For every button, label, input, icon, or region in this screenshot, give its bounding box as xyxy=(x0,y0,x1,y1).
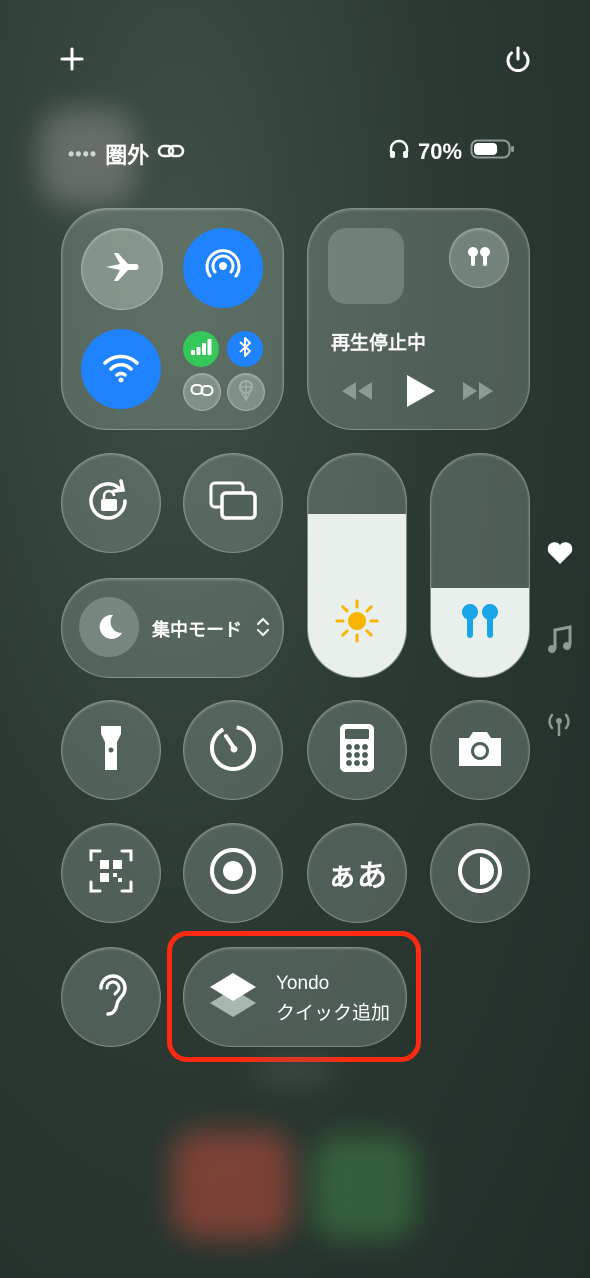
text-size-label: ぁあ xyxy=(327,860,387,893)
airdrop-button[interactable] xyxy=(183,228,263,308)
status-right: 70% xyxy=(388,138,516,166)
sun-icon xyxy=(334,598,380,649)
timer-icon xyxy=(207,722,259,779)
wifi-icon xyxy=(101,350,141,389)
cellular-button[interactable] xyxy=(183,331,219,367)
antenna-icon[interactable] xyxy=(544,712,574,743)
hearing-icon xyxy=(93,972,129,1023)
rotation-lock-button[interactable] xyxy=(61,453,161,553)
play-icon[interactable] xyxy=(403,373,437,414)
airpods-volume-icon xyxy=(456,602,504,647)
vpn-button[interactable] xyxy=(227,373,265,411)
flashlight-icon xyxy=(99,724,123,777)
background-app-icon xyxy=(172,1130,292,1240)
brightness-slider[interactable] xyxy=(307,453,407,678)
chevron-up-down-icon xyxy=(256,616,270,643)
airpods-icon xyxy=(463,244,495,273)
camera-icon xyxy=(455,728,505,773)
camera-button[interactable] xyxy=(430,700,530,800)
qr-code-icon xyxy=(88,848,134,899)
screen-record-icon xyxy=(208,846,258,901)
text-size-button[interactable]: ぁあ xyxy=(307,823,407,923)
headphones-icon xyxy=(388,138,410,166)
personal-hotspot-button[interactable] xyxy=(183,373,221,411)
qr-code-scanner-button[interactable] xyxy=(61,823,161,923)
volume-slider[interactable] xyxy=(430,453,530,678)
cellular-icon xyxy=(190,338,212,361)
rewind-icon[interactable] xyxy=(340,380,374,407)
background-blur xyxy=(255,1055,335,1085)
carrier-label: 圏外 xyxy=(105,143,150,168)
fast-forward-icon[interactable] xyxy=(461,380,495,407)
focus-mode-label: 集中モード xyxy=(152,620,242,640)
screen-mirroring-button[interactable] xyxy=(183,453,283,553)
personal-hotspot-icon xyxy=(190,382,214,403)
rotation-lock-icon xyxy=(85,477,137,530)
airplane-icon xyxy=(102,247,142,292)
status-left: •••• 圏外 xyxy=(68,138,187,170)
music-note-icon[interactable] xyxy=(546,625,572,660)
calculator-icon xyxy=(339,723,375,778)
battery-percent: 70% xyxy=(418,139,463,164)
dark-mode-button[interactable] xyxy=(430,823,530,923)
wifi-button[interactable] xyxy=(81,329,161,409)
power-icon[interactable] xyxy=(503,45,533,75)
highlight-box xyxy=(167,931,421,1062)
airplane-mode-button[interactable] xyxy=(81,228,163,310)
airpods-output-button[interactable] xyxy=(449,228,509,288)
airdrop-icon xyxy=(203,246,243,291)
vpn-icon xyxy=(236,379,256,406)
now-playing-status: 再生停止中 xyxy=(331,333,427,354)
battery-icon xyxy=(470,138,516,166)
bluetooth-icon xyxy=(237,336,253,363)
album-art xyxy=(328,228,404,304)
heart-icon[interactable] xyxy=(546,540,574,571)
moon-icon xyxy=(79,597,139,657)
background-app-icon xyxy=(312,1135,417,1240)
plus-icon[interactable] xyxy=(58,45,86,73)
signal-dots: •••• xyxy=(68,143,98,164)
calculator-button[interactable] xyxy=(307,700,407,800)
bluetooth-button[interactable] xyxy=(227,331,263,367)
dark-mode-icon xyxy=(456,847,504,900)
timer-button[interactable] xyxy=(183,700,283,800)
screen-mirroring-icon xyxy=(207,479,259,528)
hearing-button[interactable] xyxy=(61,947,161,1047)
link-icon xyxy=(157,141,187,167)
screen-record-button[interactable] xyxy=(183,823,283,923)
flashlight-button[interactable] xyxy=(61,700,161,800)
